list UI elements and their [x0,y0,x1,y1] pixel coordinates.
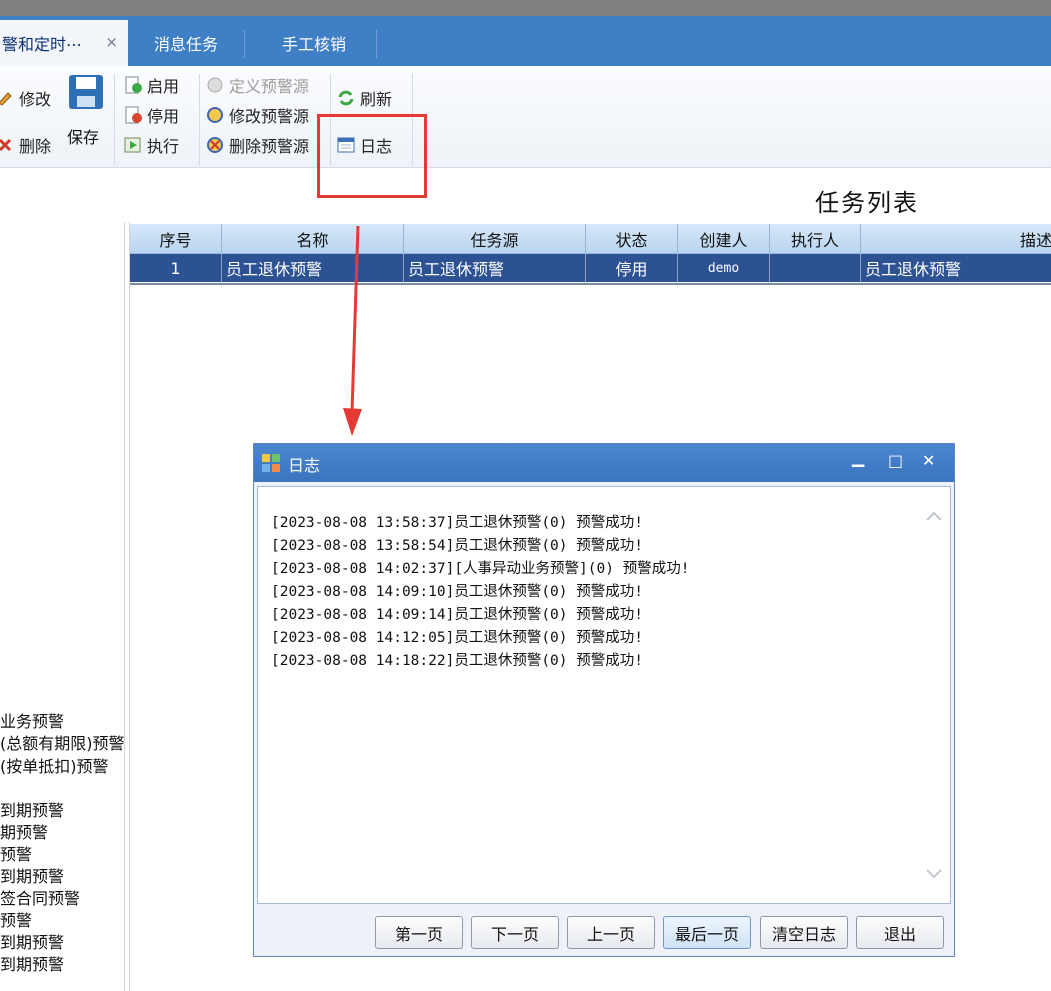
dialog-title: 日志 [288,456,321,475]
maximize-icon[interactable]: □ [888,451,903,470]
minimize-icon[interactable]: ▁ [852,448,864,467]
log-line: [2023-08-08 13:58:54]员工退休预警(0) 预警成功! [271,538,643,554]
last-page-button[interactable]: 最后一页 [663,916,751,949]
next-page-button[interactable]: 下一页 [471,916,559,949]
app-icon [262,454,280,476]
log-dialog: 日志 ▁ □ ✕ [2023-08-08 13:58:37]员工退休预警(0) … [253,443,955,957]
first-page-button[interactable]: 第一页 [375,916,463,949]
close-icon[interactable]: ✕ [922,451,935,470]
log-line: [2023-08-08 14:18:22]员工退休预警(0) 预警成功! [271,653,643,669]
log-line: [2023-08-08 13:58:37]员工退休预警(0) 预警成功! [271,515,643,531]
clear-log-button[interactable]: 清空日志 [760,916,848,949]
log-line: [2023-08-08 14:12:05]员工退休预警(0) 预警成功! [271,630,643,646]
prev-page-button[interactable]: 上一页 [567,916,655,949]
log-text-area[interactable]: [2023-08-08 13:58:37]员工退休预警(0) 预警成功! [20… [257,486,951,904]
log-line: [2023-08-08 14:02:37][人事异动业务预警](0) 预警成功! [271,561,690,577]
exit-button[interactable]: 退出 [856,916,944,949]
log-line: [2023-08-08 14:09:14]员工退休预警(0) 预警成功! [271,607,643,623]
dialog-titlebar[interactable]: 日志 ▁ □ ✕ [254,444,954,482]
scroll-up-icon[interactable] [926,509,942,525]
dialog-footer: 第一页 下一页 上一页 最后一页 清空日志 退出 [254,906,954,956]
scroll-down-icon[interactable] [926,867,942,883]
log-line: [2023-08-08 14:09:10]员工退休预警(0) 预警成功! [271,584,643,600]
